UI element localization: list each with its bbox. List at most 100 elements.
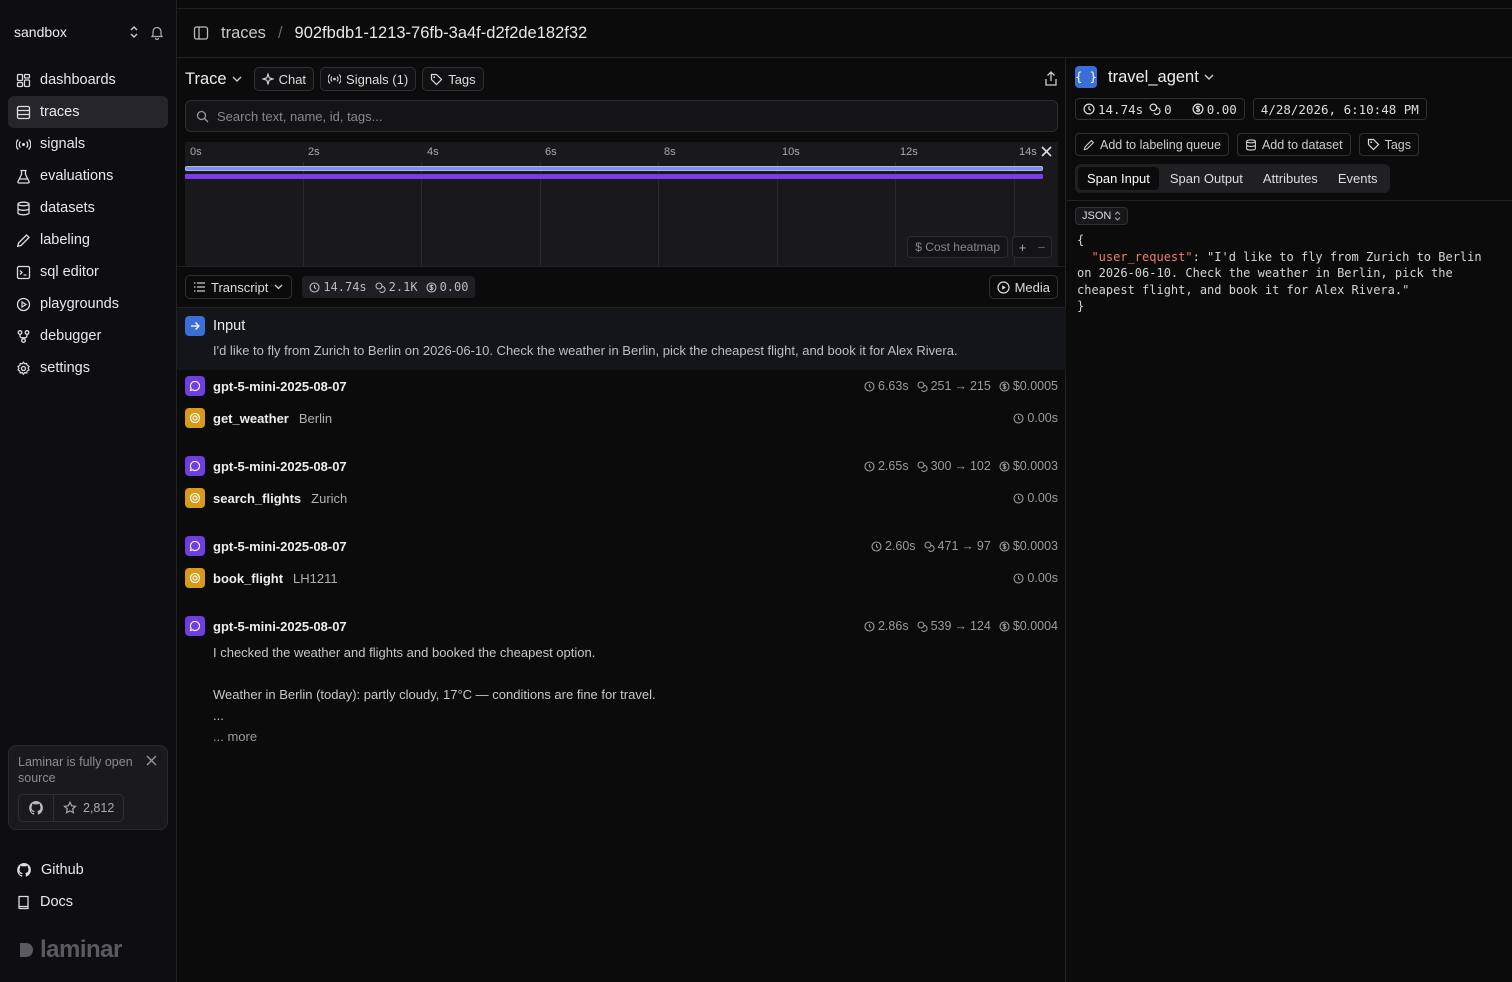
chat-bubble-icon [185,616,205,636]
chat-button[interactable]: Chat [253,67,315,91]
zoom-in-icon[interactable]: + [1019,240,1027,255]
format-select[interactable]: JSON [1075,207,1129,225]
clock-icon [1083,103,1095,115]
laminar-mark-icon [18,941,36,959]
sidebar-item-traces[interactable]: traces [8,96,168,128]
clock-icon [864,460,875,472]
timeline-span-bar[interactable] [185,174,1043,179]
github-button[interactable] [19,795,53,821]
sidebar-item-debugger[interactable]: debugger [8,320,168,352]
trace-view-dropdown[interactable]: Trace [185,70,242,89]
cost-heatmap-button[interactable]: $ Cost heatmap [907,236,1008,258]
span-meta: 2.86s 539 → 124 $0.0004 [864,619,1058,633]
show-more-link[interactable]: ... more [213,726,1066,747]
duration-value: 2.86s [878,619,909,633]
zoom-out-icon[interactable]: − [1038,240,1046,255]
timeline-chart[interactable]: 0s 2s 4s 6s 8s 10s 12s 14s $ Cost heatma… [185,142,1058,266]
add-to-dataset-button[interactable]: Add to dataset [1236,133,1351,156]
timeline-tick: 14s [1019,146,1037,158]
cost-heatmap-label: $ Cost heatmap [915,240,1000,254]
tab-events[interactable]: Events [1329,167,1387,190]
search-placeholder: Search text, name, id, tags... [217,108,383,124]
tags-button[interactable]: Tags [422,67,484,91]
star-button[interactable]: 2,812 [53,795,123,821]
action-label: Add to labeling queue [1100,137,1221,152]
span-row-llm[interactable]: gpt-5-mini-2025-08-07 2.60s 471 → 97 $0.… [177,530,1066,562]
brand-name: laminar [40,936,122,963]
close-icon[interactable] [146,755,157,766]
cost-value: $0.0003 [1012,459,1058,473]
sidebar-item-signals[interactable]: signals [8,128,168,160]
duration-stat: 14.74s [309,280,367,294]
sparkle-icon [261,73,274,85]
span-row-tool[interactable]: book_flight LH1211 0.00s [177,562,1066,594]
tab-span-input[interactable]: Span Input [1078,167,1159,190]
input-row[interactable]: Input I'd like to fly from Zurich to Ber… [177,308,1066,370]
breadcrumb-traces[interactable]: traces [221,24,266,43]
signals-button[interactable]: Signals (1) [320,67,417,91]
sidebar-item-settings[interactable]: settings [8,352,168,384]
workspace-switcher[interactable]: sandbox [14,22,164,42]
promo-text: Laminar is fully open source [18,755,133,785]
clock-icon [864,620,875,632]
dollar-circle-icon [999,460,1010,472]
chevron-updown-icon[interactable] [128,25,140,39]
transcript-view-select[interactable]: Transcript [185,275,293,299]
sidebar-item-playgrounds[interactable]: playgrounds [8,288,168,320]
timeline-tick: 6s [545,146,557,158]
cost-stat: 0.00 [426,280,468,294]
add-to-labeling-queue-button[interactable]: Add to labeling queue [1075,133,1229,156]
json-viewer[interactable]: { "user_request": "I'd like to fly from … [1077,232,1502,315]
input-text: I'd like to fly from Zurich to Berlin on… [213,343,958,358]
tags-button[interactable]: Tags [1358,133,1419,156]
sidebar-item-datasets[interactable]: datasets [8,192,168,224]
span-row-tool[interactable]: get_weather Berlin 0.00s [177,402,1066,434]
transcript-view-label: Transcript [211,279,269,295]
divider [1067,200,1512,201]
span-row-tool[interactable]: search_flights Zurich 0.00s [177,482,1066,514]
sidebar-item-label: Github [41,862,84,878]
timeline-tick: 2s [308,146,320,158]
span-tokens: 471 → 97 [923,539,991,553]
play-icon [996,280,1010,294]
format-label: JSON [1082,210,1112,222]
span-metrics: 14.74s 0 0.00 [1075,98,1245,120]
gear-icon [16,360,31,376]
chat-bubble-icon [185,376,205,396]
tokens-icon [375,281,386,293]
span-selector[interactable]: { } travel_agent [1075,66,1214,88]
chevron-down-icon [1204,74,1214,81]
media-button[interactable]: Media [988,275,1058,299]
chat-label: Chat [278,71,307,87]
tab-span-output[interactable]: Span Output [1161,167,1252,190]
tab-attributes[interactable]: Attributes [1254,167,1327,190]
sidebar-item-github[interactable]: Github [8,854,168,886]
span-row-llm[interactable]: gpt-5-mini-2025-08-07 2.65s 300 → 102 $0… [177,450,1066,482]
sidebar-item-dashboards[interactable]: dashboards [8,64,168,96]
timeline-tick: 10s [782,146,800,158]
sidebar-item-sql-editor[interactable]: sql editor [8,256,168,288]
terminal-icon [16,265,31,280]
sidebar-footer: Github Docs [8,854,168,918]
search-input[interactable]: Search text, name, id, tags... [185,100,1058,132]
sidebar-item-docs[interactable]: Docs [8,886,168,918]
star-icon [63,801,77,815]
sidebar-item-evaluations[interactable]: evaluations [8,160,168,192]
span-row-llm[interactable]: gpt-5-mini-2025-08-07 2.86s 539 → 124 $0… [177,610,1066,642]
sidebar-item-labeling[interactable]: labeling [8,224,168,256]
bell-icon[interactable] [150,25,164,40]
span-name: gpt-5-mini-2025-08-07 [213,458,347,474]
span-meta: 6.63s 251 → 215 $0.0005 [864,379,1058,393]
braces-icon: { } [1075,66,1097,88]
close-icon[interactable] [1041,146,1052,157]
sidebar-toggle-icon[interactable] [193,25,209,41]
clock-icon [309,281,320,293]
span-meta: 0.00s [1013,411,1058,425]
timeline-span-bar[interactable] [185,166,1043,171]
share-icon[interactable] [1044,71,1058,87]
tokens-out: 102 [969,459,991,473]
list-icon [194,282,205,292]
span-row-llm[interactable]: gpt-5-mini-2025-08-07 6.63s 251 → 215 $0… [177,370,1066,402]
